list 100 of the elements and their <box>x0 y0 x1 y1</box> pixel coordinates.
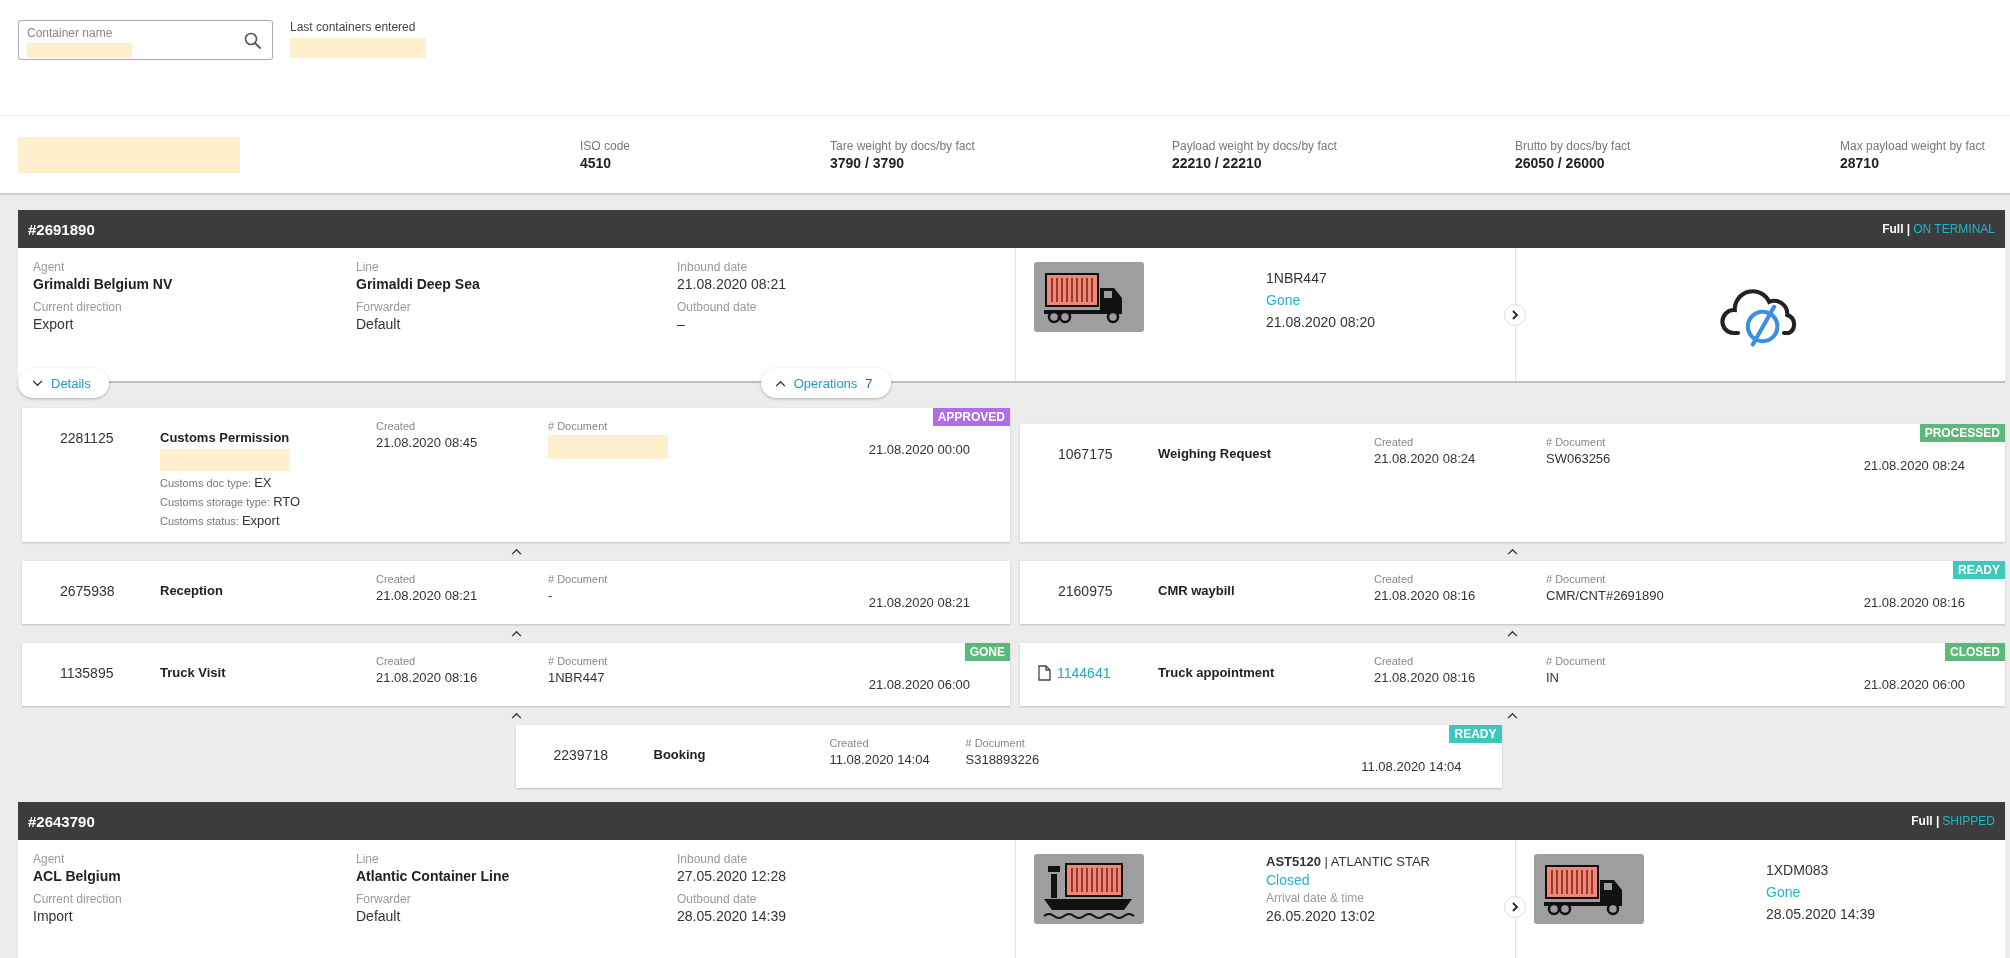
chevron-up-icon <box>1507 630 1518 637</box>
field-label: # Document <box>548 573 609 585</box>
chevron-up-icon <box>510 712 522 719</box>
operation-id: 2675938 <box>60 583 115 599</box>
plate-number: 1NBR447 <box>1266 270 1328 286</box>
document-number: S318893226 <box>965 752 1041 767</box>
field-label: Line <box>356 260 380 274</box>
field-label: Agent <box>33 260 66 274</box>
recent-label: Last containers entered <box>290 20 417 34</box>
field-label: Arrival date & time <box>1266 891 1366 905</box>
operation-name: Truck appointment <box>1158 665 1276 680</box>
status-badge: CLOSED <box>1945 643 2005 661</box>
search-field[interactable]: Container name <box>18 20 273 60</box>
field-label: Forwarder <box>356 892 412 906</box>
operation-name: Customs Permission <box>160 430 291 445</box>
operation-date: 21.08.2020 00:00 <box>868 441 970 457</box>
operation-id: 2281125 <box>60 430 114 446</box>
chevron-right-icon <box>1511 310 1519 320</box>
created-date: 21.08.2020 08:45 <box>376 435 479 450</box>
details-toggle[interactable]: Details <box>18 368 109 398</box>
document-number: 1NBR447 <box>548 670 606 685</box>
ship-icon <box>1034 854 1144 924</box>
transport-state: Closed <box>1266 872 1311 888</box>
operation-date: 11.08.2020 14:04 <box>1361 758 1462 774</box>
customs-info: Customs status: Export <box>160 513 281 528</box>
operation-id: 2160975 <box>1058 583 1113 599</box>
field-value: Export <box>33 316 75 332</box>
field-label: Brutto by docs/by fact <box>1515 138 1632 153</box>
field-label: Outbound date <box>677 892 758 906</box>
field-value: 4510 <box>580 154 613 171</box>
field-value: 26050 / 26000 <box>1515 154 1606 171</box>
field-label: Line <box>356 852 380 866</box>
truck-icon <box>1534 854 1644 924</box>
field-label: # Document <box>965 737 1026 749</box>
field-label: # Document <box>1546 436 1607 448</box>
field-label: ISO code <box>580 138 632 153</box>
customs-info: Customs storage type: RTO <box>160 494 302 509</box>
load-state: Full | <box>1911 814 1940 828</box>
field-label: Current direction <box>33 300 123 314</box>
plate-number: 1XDM083 <box>1766 862 1830 878</box>
status-badge: READY <box>1953 561 2005 579</box>
next-button[interactable] <box>1504 304 1526 326</box>
operation-id: 2239718 <box>553 747 608 763</box>
created-date: 21.08.2020 08:24 <box>1374 451 1477 466</box>
chevron-right-icon <box>1511 902 1519 912</box>
container-number: #2643790 <box>28 812 95 830</box>
operation-date: 21.08.2020 08:16 <box>1863 594 1965 610</box>
field-label: Inbound date <box>677 852 749 866</box>
created-date: 11.08.2020 14:04 <box>829 752 931 767</box>
field-value: 28710 <box>1840 154 1880 171</box>
field-label: Created <box>376 573 417 585</box>
chevron-down-icon <box>32 379 43 387</box>
transport-state: Gone <box>1766 884 1802 900</box>
field-value: Grimaldi Belgium NV <box>33 276 174 292</box>
operation-id: 1067175 <box>1058 446 1113 462</box>
vessel-name: AST5120 | ATLANTIC STAR <box>1266 854 1430 869</box>
operation-date: 21.08.2020 08:24 <box>1863 457 1965 473</box>
load-state: Full | <box>1882 222 1911 236</box>
document-number: - <box>548 588 554 603</box>
field-value: – <box>677 316 686 332</box>
field-label: Created <box>376 655 417 667</box>
search-icon <box>244 32 262 50</box>
field-value: Default <box>356 316 402 332</box>
field-label: Agent <box>33 852 66 866</box>
operation-date: 21.08.2020 06:00 <box>1863 676 1965 692</box>
field-label: Payload weight by docs/by fact <box>1172 138 1338 153</box>
document-number: SW063256 <box>1546 451 1612 466</box>
field-label: # Document <box>548 420 609 432</box>
field-value: 22210 / 22210 <box>1172 154 1263 171</box>
field-value: ACL Belgium <box>33 868 122 884</box>
operation-name: Booking <box>653 747 707 762</box>
field-label: Forwarder <box>356 300 412 314</box>
field-value: 28.05.2020 14:39 <box>677 908 787 924</box>
field-label: # Document <box>1546 573 1607 585</box>
field-label: Created <box>1374 436 1415 448</box>
field-label: # Document <box>548 655 609 667</box>
customs-info: Customs doc type: EX <box>160 475 273 490</box>
next-button[interactable] <box>1504 896 1526 918</box>
operation-link[interactable]: 1144641 <box>1057 665 1111 681</box>
field-label: Current direction <box>33 892 123 906</box>
transport-date: 26.05.2020 13:02 <box>1266 908 1376 924</box>
document-number: IN <box>1546 670 1560 685</box>
operation-name: CMR waybill <box>1158 583 1236 598</box>
field-label: Created <box>376 420 417 432</box>
field-value: 21.08.2020 08:21 <box>677 276 787 292</box>
created-date: 21.08.2020 08:21 <box>376 588 479 603</box>
transport-state: Gone <box>1266 292 1302 308</box>
field-value: 3790 / 3790 <box>830 154 905 171</box>
operation-name: Reception <box>160 583 224 598</box>
operations-toggle[interactable]: Operations 7 <box>760 368 891 398</box>
container-status: ON TERMINAL <box>1913 222 1995 236</box>
created-date: 21.08.2020 08:16 <box>1374 670 1477 685</box>
created-date: 21.08.2020 08:16 <box>1374 588 1477 603</box>
field-label: Created <box>1374 655 1415 667</box>
chevron-up-icon <box>1507 712 1518 719</box>
document-icon <box>1038 665 1051 681</box>
operation-name: Truck Visit <box>160 665 227 680</box>
transport-date: 28.05.2020 14:39 <box>1766 906 1875 922</box>
truck-icon <box>1034 262 1144 332</box>
chevron-up-icon <box>774 379 786 387</box>
